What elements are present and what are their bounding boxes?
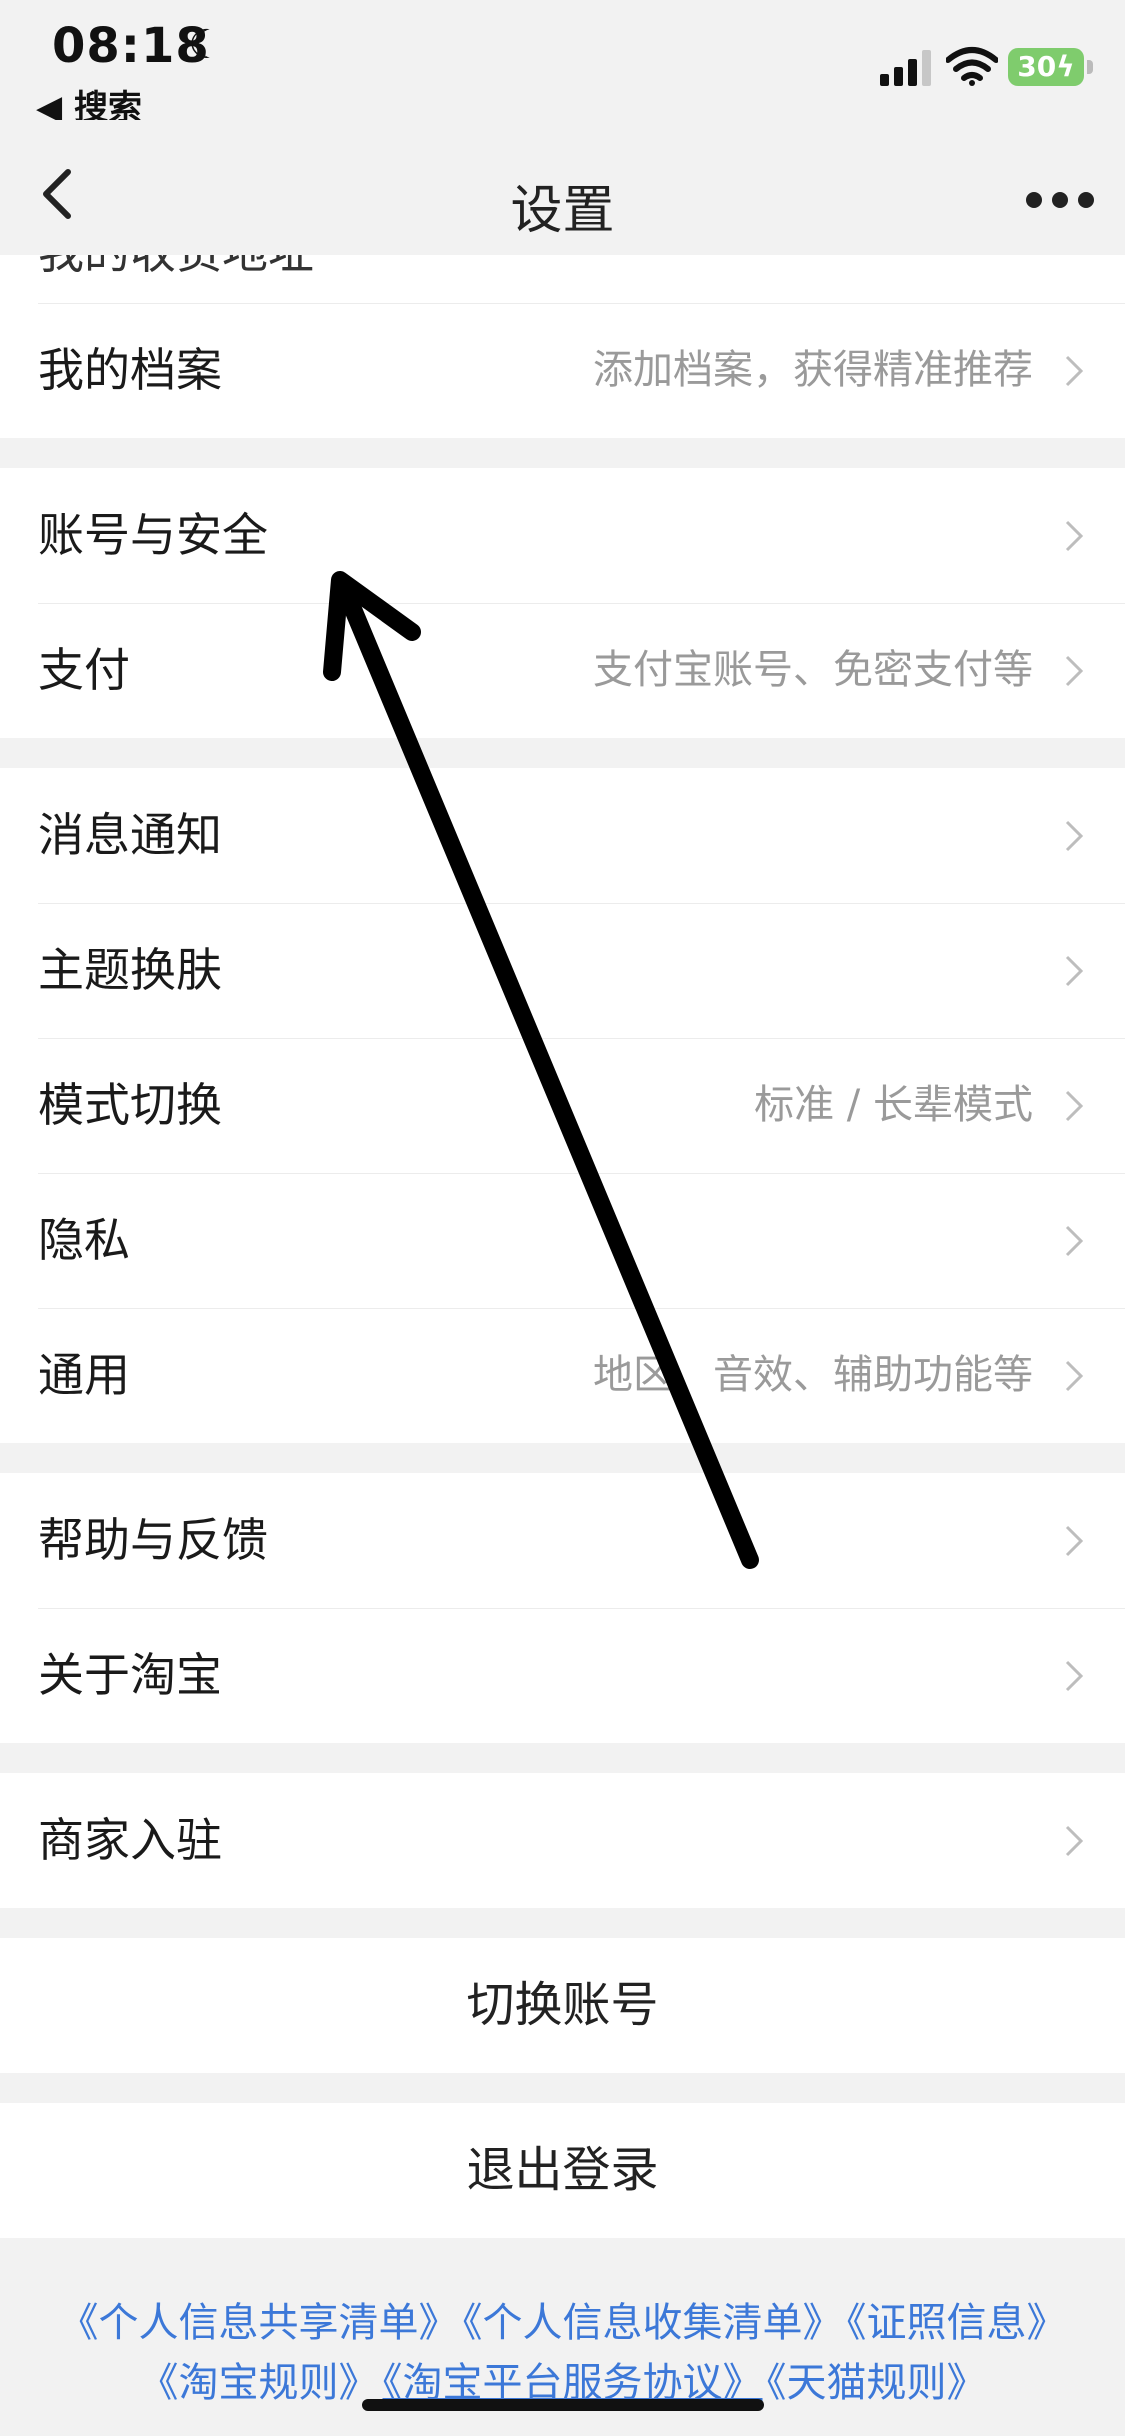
settings-row-about[interactable]: 关于淘宝	[0, 1608, 1125, 1743]
battery-level: 30	[1017, 50, 1057, 83]
row-label: 帮助与反馈	[38, 1513, 268, 1567]
chevron-right-icon	[1065, 1360, 1084, 1392]
switch-account-button[interactable]: 切换账号	[0, 1938, 1125, 2073]
chevron-right-icon	[1065, 1090, 1084, 1122]
status-bar: 08:18 ☾ ◀ 搜索 30ϟ	[0, 0, 1125, 128]
settings-row-theme[interactable]: 主题换肤	[0, 903, 1125, 1038]
link-tmall-rules[interactable]: 《天猫规则》	[767, 2360, 987, 2406]
chevron-right-icon	[1065, 1660, 1084, 1692]
row-label: 关于淘宝	[38, 1648, 222, 1702]
switch-account-group: 切换账号	[0, 1938, 1125, 2073]
charging-icon: ϟ	[1056, 50, 1075, 83]
settings-screen: 08:18 ☾ ◀ 搜索 30ϟ 设置 我的收货地址	[0, 0, 1125, 2436]
settings-group-profile: 我的收货地址 我的档案 添加档案，获得精准推荐	[0, 255, 1125, 438]
chevron-right-icon	[1065, 955, 1084, 987]
link-personal-info-sharing[interactable]: 《个人信息共享清单》	[59, 2300, 459, 2346]
chevron-right-icon	[1065, 355, 1084, 387]
settings-row-general[interactable]: 通用 地区、音效、辅助功能等	[0, 1308, 1125, 1443]
row-value: 添加档案，获得精准推荐	[593, 347, 1033, 393]
settings-row-mode-switch[interactable]: 模式切换 标准 / 长辈模式	[0, 1038, 1125, 1173]
settings-row-merchant[interactable]: 商家入驻	[0, 1773, 1125, 1908]
row-label: 我的档案	[38, 343, 222, 397]
row-label: 账号与安全	[38, 508, 268, 562]
moon-icon: ☾	[188, 22, 224, 68]
settings-row-privacy[interactable]: 隐私	[0, 1173, 1125, 1308]
logout-label: 退出登录	[466, 2142, 659, 2198]
link-personal-info-collection[interactable]: 《个人信息收集清单》	[463, 2300, 843, 2346]
settings-row-payment[interactable]: 支付 支付宝账号、免密支付等	[0, 603, 1125, 738]
row-label: 通用	[38, 1348, 130, 1402]
row-value: 支付宝账号、免密支付等	[593, 647, 1033, 693]
link-taobao-rules[interactable]: 《淘宝规则》	[139, 2360, 379, 2406]
cellular-signal-icon	[880, 50, 931, 86]
row-label: 隐私	[38, 1213, 130, 1267]
settings-group-help: 帮助与反馈 关于淘宝	[0, 1473, 1125, 1743]
navigation-bar: 设置	[0, 120, 1125, 265]
status-time: 08:18	[52, 18, 210, 74]
chevron-right-icon	[1065, 1225, 1084, 1257]
battery-tip-icon	[1087, 60, 1093, 74]
row-label: 消息通知	[38, 808, 222, 862]
chevron-right-icon	[1065, 520, 1084, 552]
settings-row-account-security[interactable]: 账号与安全	[0, 468, 1125, 603]
link-license-info[interactable]: 《证照信息》	[847, 2300, 1067, 2346]
settings-group-merchant: 商家入驻	[0, 1773, 1125, 1908]
row-label: 支付	[38, 643, 130, 697]
row-label: 商家入驻	[38, 1813, 222, 1867]
settings-group-account: 账号与安全 支付 支付宝账号、免密支付等	[0, 468, 1125, 738]
home-indicator[interactable]	[362, 2399, 764, 2411]
settings-row-archive[interactable]: 我的档案 添加档案，获得精准推荐	[0, 303, 1125, 438]
row-value: 标准 / 长辈模式	[754, 1082, 1033, 1128]
row-label-partial: 我的收货地址	[38, 255, 314, 275]
logout-group: 退出登录	[0, 2103, 1125, 2238]
row-value: 地区、音效、辅助功能等	[593, 1352, 1033, 1398]
row-label: 模式切换	[38, 1078, 222, 1132]
footer-line-1: 《个人信息共享清单》 《个人信息收集清单》 《证照信息》	[0, 2290, 1125, 2348]
wifi-icon	[946, 47, 998, 86]
chevron-right-icon	[1065, 655, 1084, 687]
settings-list: 我的收货地址 我的档案 添加档案，获得精准推荐 账号与安全 支付 支付宝账号、免…	[0, 255, 1125, 2238]
more-options-icon[interactable]	[1026, 192, 1096, 208]
chevron-right-icon	[1065, 1525, 1084, 1557]
settings-row-help-feedback[interactable]: 帮助与反馈	[0, 1473, 1125, 1608]
settings-row-partial[interactable]: 我的收货地址	[0, 255, 1125, 303]
battery-indicator: 30ϟ	[1008, 48, 1084, 86]
row-label: 主题换肤	[38, 943, 222, 997]
settings-row-notifications[interactable]: 消息通知	[0, 768, 1125, 903]
logout-button[interactable]: 退出登录	[0, 2103, 1125, 2238]
chevron-right-icon	[1065, 820, 1084, 852]
switch-account-label: 切换账号	[466, 1977, 659, 2033]
page-title: 设置	[510, 181, 615, 241]
settings-group-preferences: 消息通知 主题换肤 模式切换 标准 / 长辈模式 隐私 通用 地区、音效、辅助功…	[0, 768, 1125, 1443]
chevron-right-icon	[1065, 1825, 1084, 1857]
